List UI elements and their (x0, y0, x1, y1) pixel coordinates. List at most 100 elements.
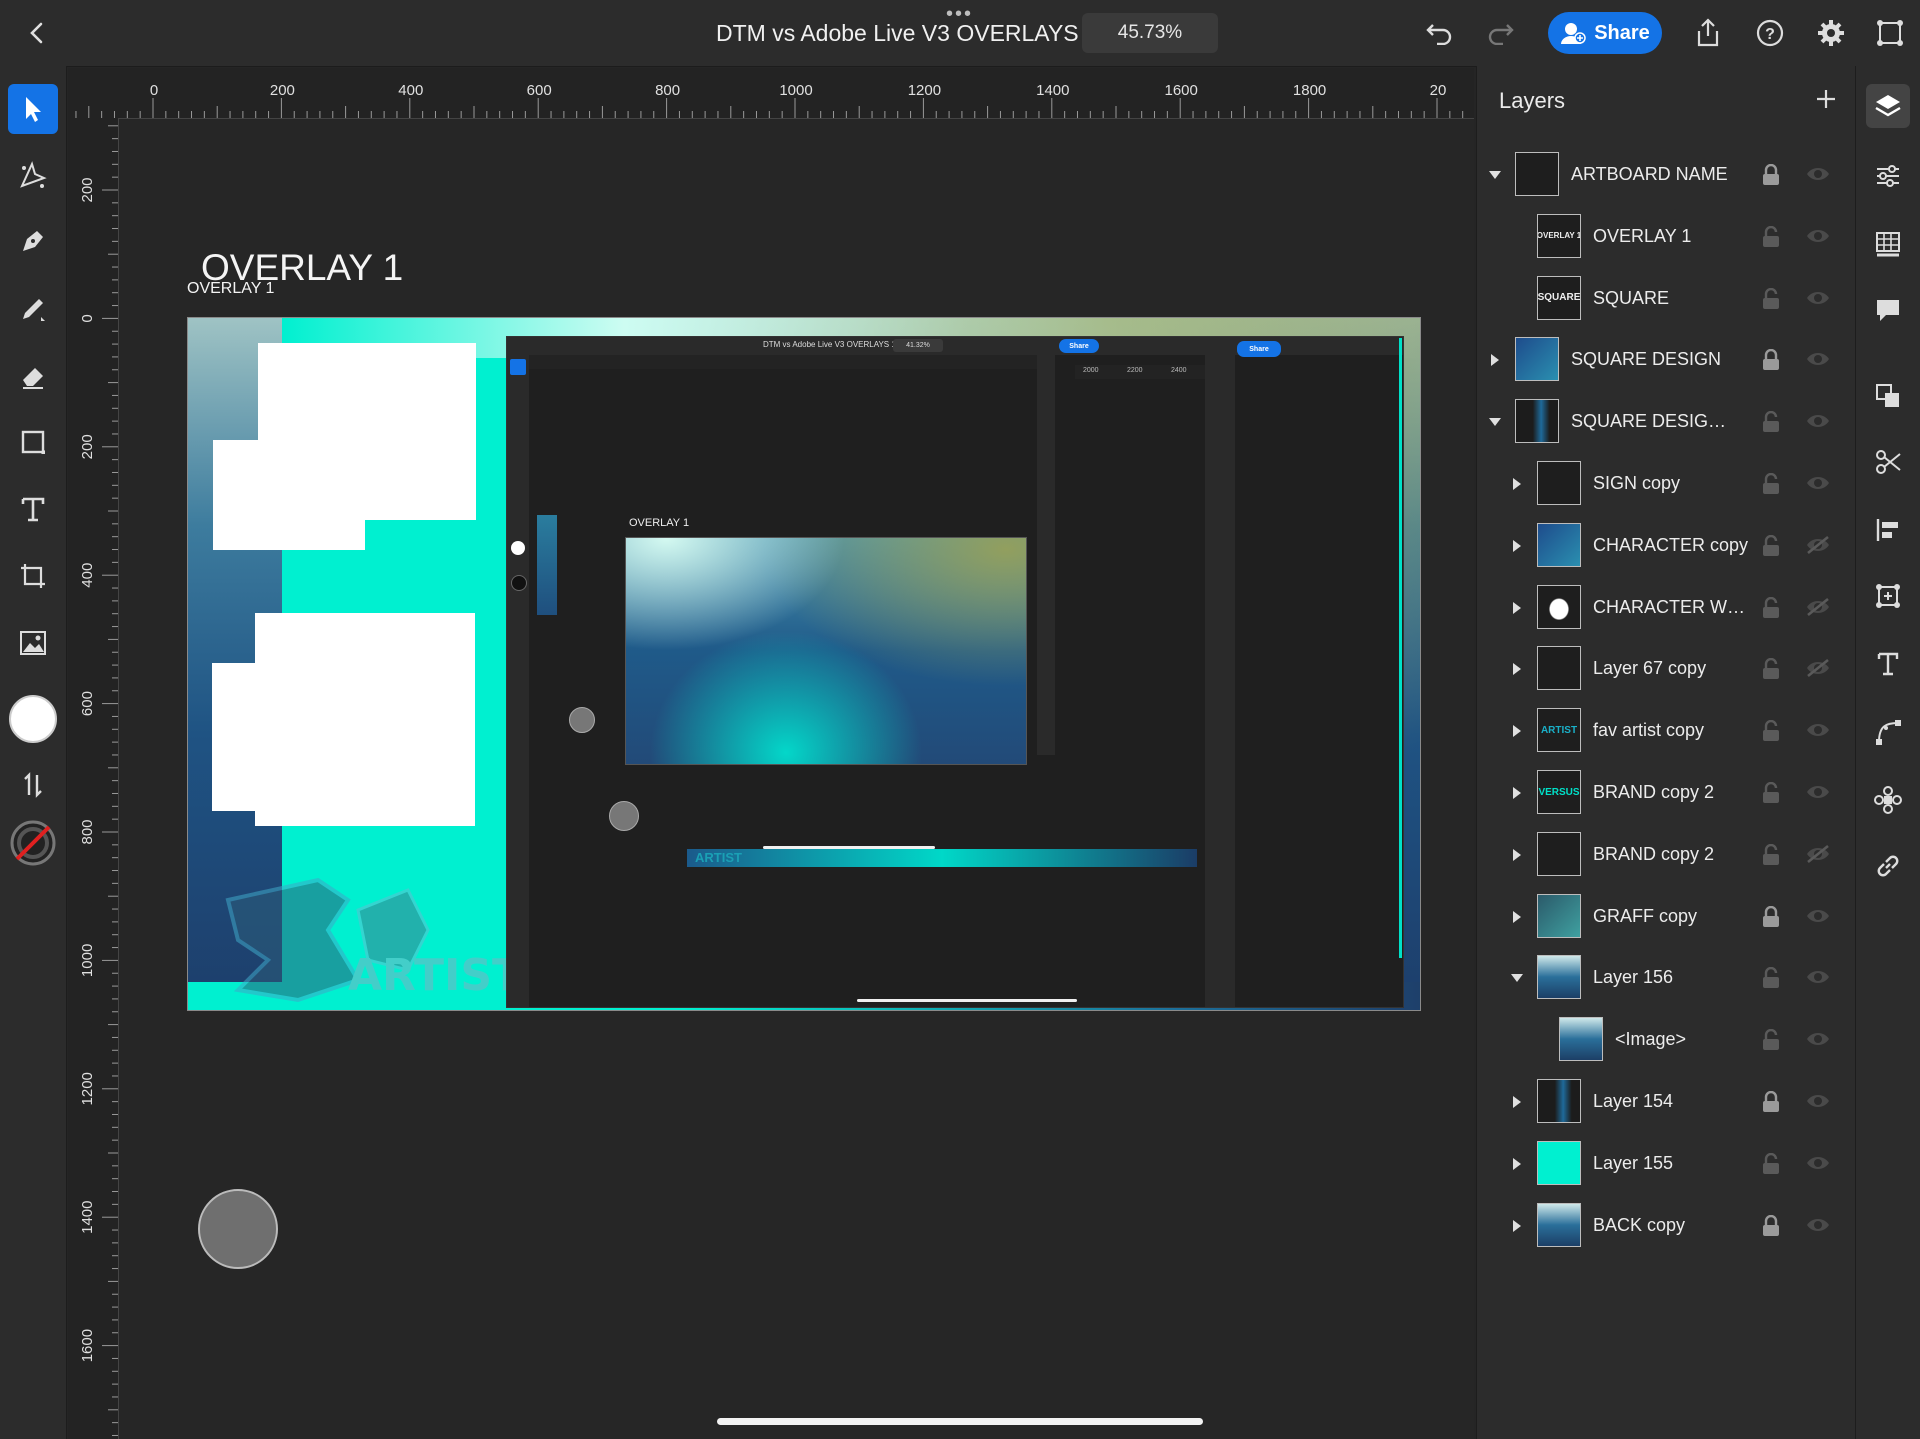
white-square-top-b[interactable] (213, 440, 476, 520)
document-title[interactable]: DTM vs Adobe Live V3 OVERLAYS 1* (716, 20, 1107, 47)
layer-name[interactable]: SIGN copy (1593, 473, 1680, 494)
unlock-icon[interactable] (1761, 596, 1783, 619)
lock-icon[interactable] (1761, 1090, 1783, 1113)
chevron-right-icon[interactable] (1509, 661, 1525, 677)
chevron-right-icon[interactable] (1509, 1094, 1525, 1110)
undo-icon[interactable] (1422, 15, 1458, 51)
lock-icon[interactable] (1761, 349, 1783, 371)
eye-icon[interactable] (1805, 1091, 1831, 1113)
artboard[interactable]: ARTIST DTM vs Adobe Live V3 OVERLAYS 1 4… (187, 317, 1421, 1011)
type-icon[interactable] (1866, 642, 1910, 686)
eye-icon[interactable] (1805, 720, 1831, 742)
grid-icon[interactable] (1866, 222, 1910, 266)
fit-screen-icon[interactable] (1872, 15, 1908, 51)
image-tool-icon[interactable] (8, 618, 58, 668)
eye-off-icon[interactable] (1805, 658, 1831, 680)
layer-row[interactable]: <Image> (1477, 1009, 1855, 1071)
link-icon[interactable] (1866, 844, 1910, 888)
unlock-icon[interactable] (1761, 411, 1783, 433)
white-square-bottom-c[interactable] (255, 808, 475, 826)
pen-tool-icon[interactable] (8, 216, 58, 266)
unlock-icon[interactable] (1761, 658, 1783, 680)
chevron-down-icon[interactable] (1509, 970, 1525, 986)
direct-select-tool-icon[interactable] (8, 150, 58, 200)
artboard-label[interactable]: OVERLAY 1 (187, 280, 274, 298)
repeat-path-icon[interactable] (1866, 710, 1910, 754)
text-tool-icon[interactable] (8, 484, 58, 534)
pencil-tool-icon[interactable] (8, 284, 58, 334)
layer-name[interactable]: BACK copy (1593, 1215, 1685, 1236)
layer-name[interactable]: Layer 155 (1593, 1153, 1673, 1174)
layer-name[interactable]: ARTBOARD NAME (1571, 164, 1728, 185)
eye-icon[interactable] (1805, 906, 1831, 928)
rectangle-tool-icon[interactable] (8, 417, 58, 467)
stroke-color-swatch[interactable] (7, 817, 59, 869)
layer-row[interactable]: Layer 67 copy (1477, 638, 1855, 700)
help-icon[interactable]: ? (1752, 15, 1788, 51)
eye-icon[interactable] (1805, 473, 1831, 495)
layer-row[interactable]: CHARACTER WHI... (1477, 577, 1855, 639)
layer-row[interactable]: ARTIST fav artist copy (1477, 700, 1855, 762)
canvas[interactable]: OVERLAY 1 OVERLAY 1 ARTIST DTM vs Adobe … (119, 119, 1474, 1439)
layer-name[interactable]: SQUARE DESIGN copy (1571, 411, 1735, 432)
export-icon[interactable] (1690, 15, 1726, 51)
nested-screenshot[interactable]: DTM vs Adobe Live V3 OVERLAYS 1 41.32% S… (506, 336, 1404, 1008)
chevron-right-icon[interactable] (1509, 785, 1525, 801)
chevron-right-icon[interactable] (1487, 352, 1503, 368)
eye-icon[interactable] (1805, 226, 1831, 248)
unlock-icon[interactable] (1761, 1152, 1783, 1175)
properties-icon[interactable] (1866, 154, 1910, 198)
layer-name[interactable]: <Image> (1615, 1029, 1686, 1050)
white-square-bottom-a[interactable] (255, 613, 475, 665)
layer-name[interactable]: Layer 67 copy (1593, 658, 1706, 679)
eye-off-icon[interactable] (1805, 535, 1831, 557)
layer-row[interactable]: VERSUS BRAND copy 2 (1477, 762, 1855, 824)
settings-icon[interactable] (1813, 15, 1849, 51)
eye-icon[interactable] (1805, 288, 1831, 310)
eye-icon[interactable] (1805, 1215, 1831, 1237)
path-cut-icon[interactable] (1866, 440, 1910, 484)
chevron-right-icon[interactable] (1509, 538, 1525, 554)
layer-row[interactable]: SQUARE DESIGN copy (1477, 391, 1855, 453)
vertical-ruler[interactable]: 200 0 200 400 600 800 1000 1200 1400 1600 (68, 118, 119, 1439)
layer-row[interactable]: CHARACTER copy (1477, 515, 1855, 577)
graffiti-logo[interactable]: ARTIST (208, 870, 508, 1010)
horizontal-ruler[interactable]: 0 200 400 600 800 1000 1200 1400 1600 1800 20 (68, 68, 1474, 119)
chevron-right-icon[interactable] (1509, 1218, 1525, 1234)
layer-row[interactable]: Layer 154 (1477, 1071, 1855, 1133)
layer-name[interactable]: BRAND copy 2 (1593, 844, 1714, 865)
unlock-icon[interactable] (1761, 720, 1783, 742)
add-layer-icon[interactable] (1811, 84, 1841, 114)
share-button[interactable]: Share (1548, 12, 1662, 54)
chevron-right-icon[interactable] (1509, 1156, 1525, 1172)
fill-color-swatch[interactable] (7, 693, 59, 745)
comments-icon[interactable] (1866, 288, 1910, 332)
layer-name[interactable]: Layer 154 (1593, 1091, 1673, 1112)
layers-icon[interactable] (1866, 84, 1910, 128)
unlock-icon[interactable] (1761, 287, 1783, 310)
redo-icon[interactable] (1482, 15, 1518, 51)
chevron-down-icon[interactable] (1487, 167, 1503, 183)
chevron-down-icon[interactable] (1487, 414, 1503, 430)
layer-name[interactable]: OVERLAY 1 (1593, 226, 1691, 247)
layer-name[interactable]: fav artist copy (1593, 720, 1704, 741)
unlock-icon[interactable] (1761, 472, 1783, 495)
layer-name[interactable]: CHARACTER WHI... (1593, 597, 1757, 618)
eye-icon[interactable] (1805, 1153, 1831, 1175)
transform-icon[interactable] (1866, 574, 1910, 618)
eye-icon[interactable] (1805, 164, 1831, 186)
layer-row[interactable]: BACK copy (1477, 1195, 1855, 1257)
home-indicator[interactable] (717, 1418, 1203, 1425)
more-dots-icon[interactable]: ••• (946, 4, 973, 24)
lock-icon[interactable] (1761, 905, 1783, 928)
chevron-right-icon[interactable] (1509, 600, 1525, 616)
layer-name[interactable]: BRAND copy 2 (1593, 782, 1714, 803)
unlock-icon[interactable] (1761, 843, 1783, 866)
eraser-tool-icon[interactable] (8, 351, 58, 401)
layer-row[interactable]: BRAND copy 2 (1477, 824, 1855, 886)
eye-icon[interactable] (1805, 782, 1831, 804)
eye-icon[interactable] (1805, 1029, 1831, 1051)
white-square-top-a[interactable] (258, 343, 476, 441)
transform-tool-icon[interactable] (8, 551, 58, 601)
unlock-icon[interactable] (1761, 781, 1783, 804)
